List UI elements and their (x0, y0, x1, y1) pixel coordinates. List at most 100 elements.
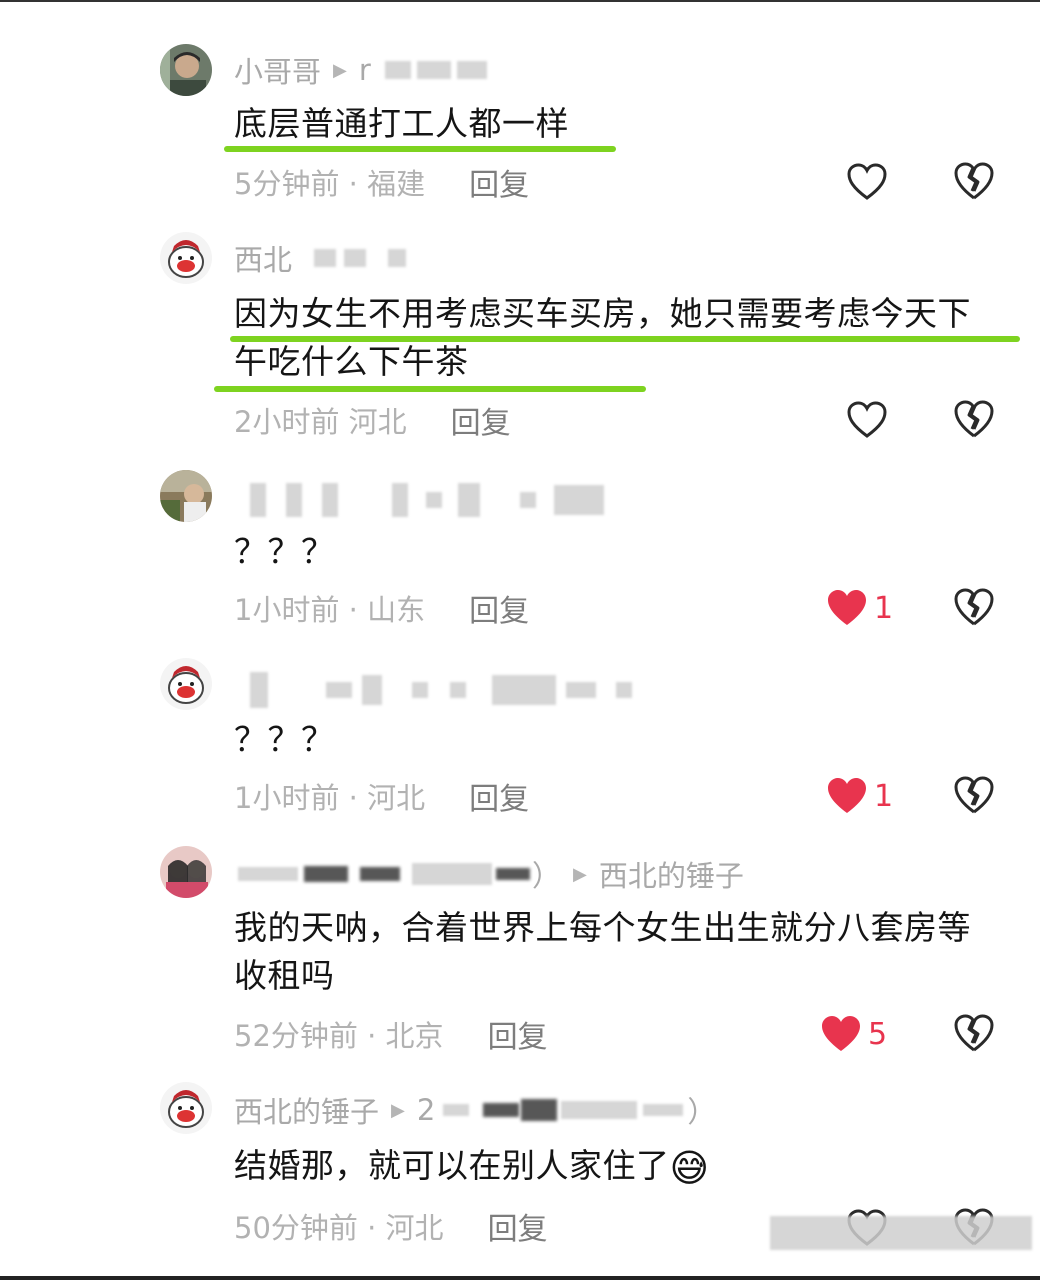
username-row: 小哥哥 ▶ r (234, 50, 487, 90)
meta-row: 52分钟前 · 北京 回复 (234, 1012, 548, 1056)
blurred-username (443, 1104, 470, 1116)
blurred-username (456, 61, 487, 79)
meta-row: 50分钟前 · 河北 回复 (234, 1204, 548, 1248)
reply-button[interactable]: 回复 (488, 1204, 548, 1248)
like-button[interactable] (846, 160, 888, 204)
reply-prefix: r (358, 53, 371, 87)
broken-heart-icon (954, 588, 994, 626)
blurred-username (450, 682, 466, 698)
blurred-username (250, 483, 266, 517)
dislike-button[interactable] (952, 586, 996, 628)
blurred-username (250, 672, 268, 708)
username-row: 西北 (234, 237, 407, 279)
play-arrow-icon: ▶ (391, 1099, 405, 1121)
like-button[interactable]: 5 (820, 1012, 887, 1056)
broken-heart-icon (954, 1014, 994, 1052)
top-border (0, 0, 1040, 2)
username[interactable]: 小哥哥 (234, 49, 321, 91)
dislike-button[interactable] (952, 1012, 996, 1054)
blurred-username (326, 682, 352, 698)
heart-outline-icon (847, 163, 887, 200)
bottom-border (0, 1276, 1040, 1280)
comment-text: 结婚那，就可以在别人家住了😅 (234, 1142, 1004, 1192)
username-row: ） ▶ 西北的锤子 (234, 854, 744, 894)
grinning-sweat-emoji-icon: 😅 (669, 1146, 710, 1190)
avatar[interactable] (160, 470, 212, 522)
reply-button[interactable]: 回复 (469, 774, 529, 818)
avatar[interactable] (160, 232, 212, 284)
like-count: 1 (874, 778, 894, 814)
avatar[interactable] (160, 846, 212, 898)
reply-button[interactable]: 回复 (451, 398, 511, 442)
username-suffix: ） (532, 859, 562, 893)
comment-text: 底层普通打工人都一样 (234, 104, 569, 143)
comment-text: ？？？ (234, 532, 335, 571)
comment-text: ？？？ (234, 720, 335, 759)
username-row (234, 480, 604, 520)
blurred-username (416, 61, 451, 79)
reply-prefix: 2 (416, 1093, 436, 1127)
blurred-username (314, 249, 337, 267)
comment-text: 我的天呐，合着世界上每个女生出生就分八套房等收租吗 (234, 908, 971, 995)
dislike-button[interactable] (952, 398, 996, 440)
time-location: 5分钟前 · 福建 (234, 167, 426, 201)
blurred-watermark (770, 1216, 1032, 1250)
reply-button[interactable]: 回复 (469, 160, 529, 204)
meta-row: 1小时前 · 山东 回复 (234, 586, 529, 630)
time-location: 52分钟前 · 北京 (234, 1019, 444, 1053)
blurred-username (520, 492, 536, 508)
blurred-username (426, 492, 442, 508)
avatar[interactable] (160, 44, 212, 96)
username-row: 西北的锤子 ▶ 2 ） (234, 1090, 716, 1130)
like-button[interactable]: 1 (826, 586, 893, 630)
blurred-username (521, 1099, 558, 1121)
time-location: 2小时前 河北 (234, 405, 407, 439)
meta-row: 2小时前 河北 回复 (234, 398, 511, 442)
blurred-username (412, 863, 492, 885)
blurred-username (362, 675, 382, 705)
comment-text-body: 结婚那，就可以在别人家住了 (234, 1146, 670, 1185)
meta-row: 5分钟前 · 福建 回复 (234, 160, 529, 204)
username-suffix: ） (687, 1095, 717, 1129)
heart-filled-icon (828, 590, 866, 625)
blurred-username (496, 868, 530, 880)
play-arrow-icon: ▶ (573, 863, 587, 885)
username[interactable]: 西北 (234, 237, 292, 279)
blurred-username (388, 249, 407, 267)
blurred-username (616, 682, 632, 698)
like-button[interactable]: 1 (826, 774, 893, 818)
avatar[interactable] (160, 1082, 212, 1134)
like-count: 1 (874, 590, 894, 626)
blurred-username (561, 1101, 638, 1119)
heart-filled-icon (822, 1016, 860, 1051)
blurred-username (384, 61, 411, 79)
blurred-username (492, 675, 556, 705)
blurred-username (286, 483, 302, 517)
highlight-underline (214, 386, 646, 392)
blurred-username (322, 483, 338, 517)
blurred-username (566, 682, 596, 698)
highlight-underline (224, 146, 616, 152)
dislike-button[interactable] (952, 160, 996, 202)
blurred-username (360, 867, 400, 881)
reply-to-username[interactable]: 西北的锤子 (599, 853, 744, 895)
dislike-button[interactable] (952, 774, 996, 816)
username[interactable]: 西北的锤子 (234, 1089, 379, 1131)
blurred-username (643, 1104, 684, 1116)
username-row (234, 670, 632, 710)
avatar[interactable] (160, 658, 212, 710)
like-count: 5 (868, 1016, 888, 1052)
time-location: 1小时前 · 山东 (234, 593, 426, 627)
heart-filled-icon (828, 778, 866, 813)
time-location: 1小时前 · 河北 (234, 781, 426, 815)
blurred-username (392, 483, 408, 517)
blurred-username (304, 866, 348, 882)
blurred-username (458, 483, 480, 517)
blurred-username (238, 867, 298, 881)
reply-button[interactable]: 回复 (488, 1012, 548, 1056)
blurred-username (344, 249, 367, 267)
like-button[interactable] (846, 398, 888, 442)
reply-button[interactable]: 回复 (469, 586, 529, 630)
time-location: 50分钟前 · 河北 (234, 1211, 444, 1245)
broken-heart-icon (954, 776, 994, 814)
